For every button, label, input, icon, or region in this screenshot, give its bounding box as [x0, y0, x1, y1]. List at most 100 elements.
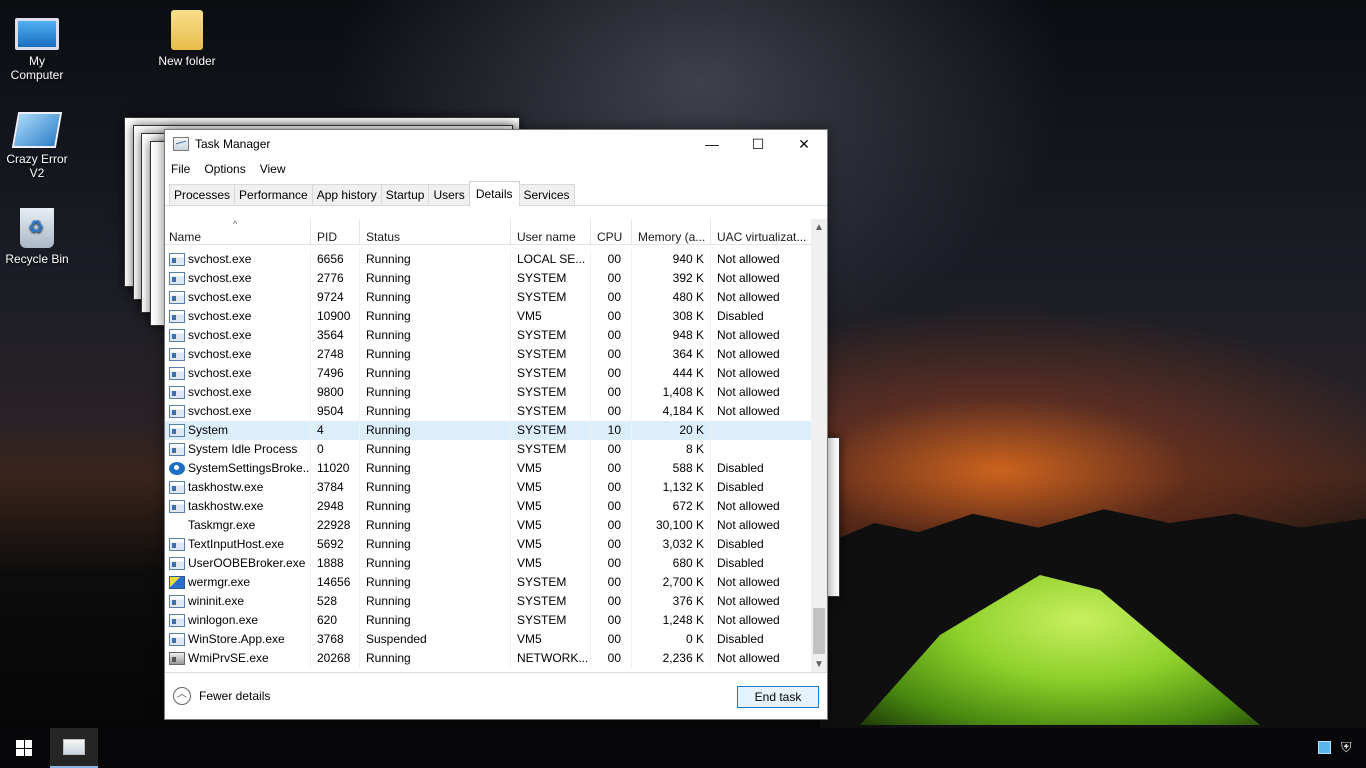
table-row[interactable]: wininit.exe 528 Running SYSTEM 00 376 K Not al… — [165, 592, 811, 611]
cell-uac: Disabled — [717, 480, 764, 494]
cell-user-name: SYSTEM — [511, 440, 591, 459]
cell-cpu: 00 — [591, 307, 632, 326]
process-icon — [169, 557, 185, 570]
maximize-button[interactable]: ☐ — [735, 130, 781, 158]
tab-performance[interactable]: Performance — [234, 184, 313, 205]
table-row[interactable]: svchost.exe 9724 Running SYSTEM 00 480 K Not a… — [165, 288, 811, 307]
cell-memory: 30,100 K — [632, 516, 711, 535]
cell-pid: 0 — [311, 440, 360, 459]
cell-memory: 364 K — [632, 345, 711, 364]
desktop-icon-crazy-error[interactable]: Crazy Error V2 — [2, 112, 72, 180]
cell-cpu: 00 — [591, 288, 632, 307]
table-row[interactable]: svchost.exe 10900 Running VM5 00 308 K Disable… — [165, 307, 811, 326]
cell-memory: 480 K — [632, 288, 711, 307]
menu-file[interactable]: File — [171, 162, 190, 176]
cell-pid: 3564 — [311, 326, 360, 345]
table-row[interactable]: taskhostw.exe 2948 Running VM5 00 672 K Not al… — [165, 497, 811, 516]
table-row[interactable]: SystemSettingsBroke... 11020 Running VM5 00 5… — [165, 459, 811, 478]
column-header-status[interactable]: Status — [360, 219, 511, 244]
table-row[interactable]: taskhostw.exe 3784 Running VM5 00 1,132 K Disa… — [165, 478, 811, 497]
cell-uac: Not allowed — [717, 575, 780, 589]
column-header-user-name[interactable]: User name — [511, 219, 591, 244]
cell-user-name: SYSTEM — [511, 573, 591, 592]
table-row[interactable]: UserOOBEBroker.exe 1888 Running VM5 00 680 K D… — [165, 554, 811, 573]
scroll-down-icon[interactable]: ▼ — [811, 656, 827, 673]
table-row[interactable]: svchost.exe 9800 Running SYSTEM 00 1,408 K Not… — [165, 383, 811, 402]
table-row[interactable]: winlogon.exe 620 Running SYSTEM 00 1,248 K Not… — [165, 611, 811, 630]
table-row[interactable]: wermgr.exe 14656 Running SYSTEM 00 2,700 K Not… — [165, 573, 811, 592]
cell-memory: 20 K — [632, 421, 711, 440]
cell-name: svchost.exe — [165, 269, 311, 288]
process-name: svchost.exe — [188, 290, 252, 304]
menu-options[interactable]: Options — [204, 162, 245, 176]
cell-name: svchost.exe — [165, 326, 311, 345]
cell-pid: 5692 — [311, 535, 360, 554]
cell-uac: Not allowed — [717, 499, 780, 513]
desktop-icon-my-computer[interactable]: My Computer — [2, 10, 72, 82]
title-bar[interactable]: Task Manager — ☐ ✕ — [165, 130, 827, 158]
cell-name: WinStore.App.exe — [165, 630, 311, 649]
table-row[interactable]: WmiPrvSE.exe 20268 Running NETWORK... 00 2,23… — [165, 649, 811, 668]
table-row[interactable]: System 4 Running SYSTEM 10 20 K — [165, 421, 811, 440]
column-header-pid[interactable]: PID — [311, 219, 360, 244]
tab-details[interactable]: Details — [468, 181, 520, 206]
tray-notification-icon[interactable] — [1318, 741, 1331, 754]
process-icon — [169, 462, 185, 475]
table-row[interactable]: Taskmgr.exe 22928 Running VM5 00 30,100 K Not … — [165, 516, 811, 535]
cell-status: Running — [360, 326, 511, 345]
table-row[interactable]: TextInputHost.exe 5692 Running VM5 00 3,032 K… — [165, 535, 811, 554]
table-row[interactable]: svchost.exe 6656 Running LOCAL SE... 00 940 K… — [165, 250, 811, 269]
column-header-name[interactable]: ^ Name — [165, 219, 311, 244]
start-button[interactable] — [0, 728, 48, 768]
cell-cpu: 10 — [591, 421, 632, 440]
column-header-cpu[interactable]: CPU — [591, 219, 632, 244]
desktop-icon-label: My Computer — [10, 54, 64, 82]
cell-name: svchost.exe — [165, 307, 311, 326]
table-row[interactable]: System Idle Process 0 Running SYSTEM 00 8 K — [165, 440, 811, 459]
column-header-memory[interactable]: Memory (a... — [632, 219, 711, 244]
cell-user-name: SYSTEM — [511, 383, 591, 402]
table-row[interactable]: svchost.exe 3564 Running SYSTEM 00 948 K Not a… — [165, 326, 811, 345]
table-row[interactable]: svchost.exe 2776 Running SYSTEM 00 392 K Not a… — [165, 269, 811, 288]
process-name: svchost.exe — [188, 328, 252, 342]
cell-cpu: 00 — [591, 459, 632, 478]
cell-name: svchost.exe — [165, 345, 311, 364]
tab-processes[interactable]: Processes — [169, 184, 236, 205]
tab-app-history[interactable]: App history — [311, 184, 382, 205]
taskbar-item-task-manager[interactable] — [50, 728, 98, 768]
end-task-button[interactable]: End task — [737, 686, 819, 708]
table-row[interactable]: svchost.exe 9504 Running SYSTEM 00 4,184 K Not… — [165, 402, 811, 421]
cell-name: taskhostw.exe — [165, 497, 311, 516]
minimize-button[interactable]: — — [689, 130, 735, 158]
vertical-scrollbar[interactable]: ▲ ▼ — [811, 219, 827, 673]
cell-status: Running — [360, 611, 511, 630]
column-header-uac[interactable]: UAC virtualizat... — [711, 219, 811, 244]
cell-user-name: VM5 — [511, 478, 591, 497]
cell-cpu: 00 — [591, 535, 632, 554]
menu-view[interactable]: View — [260, 162, 286, 176]
tab-startup[interactable]: Startup — [380, 184, 430, 205]
scroll-up-icon[interactable]: ▲ — [811, 219, 827, 236]
table-row[interactable]: svchost.exe 2748 Running SYSTEM 00 364 K Not a… — [165, 345, 811, 364]
scrollbar-thumb[interactable] — [813, 608, 825, 654]
process-name: winlogon.exe — [188, 613, 259, 627]
table-row[interactable]: WinStore.App.exe 3768 Suspended VM5 00 0 K Dis… — [165, 630, 811, 649]
process-icon — [169, 652, 185, 665]
desktop-icon-new-folder[interactable]: New folder — [152, 10, 222, 68]
close-button[interactable]: ✕ — [781, 130, 827, 158]
tray-security-icon[interactable]: ⛨ — [1341, 740, 1356, 755]
fewer-details-link[interactable]: ︿ Fewer details — [173, 687, 270, 705]
cell-user-name: LOCAL SE... — [511, 250, 591, 269]
tab-strip: Processes Performance App history Startu… — [165, 180, 827, 206]
cell-pid: 6656 — [311, 250, 360, 269]
cell-memory: 1,248 K — [632, 611, 711, 630]
process-name: svchost.exe — [188, 271, 252, 285]
tab-services[interactable]: Services — [518, 184, 575, 205]
tab-users[interactable]: Users — [428, 184, 470, 205]
process-icon — [169, 329, 185, 342]
desktop-icon-recycle-bin[interactable]: Recycle Bin — [2, 208, 72, 266]
details-table: ^ Name PID Status User name CPU Memory (… — [165, 218, 827, 673]
cell-cpu: 00 — [591, 383, 632, 402]
cell-name: winlogon.exe — [165, 611, 311, 630]
table-row[interactable]: svchost.exe 7496 Running SYSTEM 00 444 K Not a… — [165, 364, 811, 383]
